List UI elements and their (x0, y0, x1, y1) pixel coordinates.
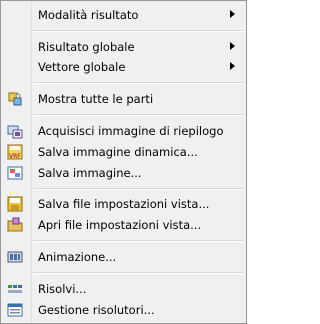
menu-item-label: Salva file impostazioni vista... (38, 197, 210, 211)
menu-item-label: Salva immagine... (38, 166, 142, 180)
capture-summary-icon (7, 123, 23, 139)
separator (33, 82, 243, 84)
menu-item-label: Apri file impostazioni vista... (38, 218, 202, 232)
save-image-icon (7, 165, 23, 181)
submenu-arrow-icon (230, 62, 235, 70)
svg-text:VRF: VRF (9, 153, 21, 160)
menu-item-label: Risolvi... (38, 282, 87, 296)
submenu-arrow-icon (230, 42, 235, 50)
menu-item-animation[interactable]: Animazione... (2, 247, 245, 267)
menu-item-save-dynamic-image[interactable]: VRF Salva immagine dinamica... (2, 142, 245, 162)
menu-item-show-all-parts[interactable]: Mostra tutte le parti (2, 89, 245, 109)
separator (33, 272, 243, 274)
menu-item-save-image[interactable]: Salva immagine... (2, 163, 245, 183)
submenu-arrow-icon (230, 10, 235, 18)
menu-item-label: Salva immagine dinamica... (38, 145, 198, 159)
menu-item-label: Risultato globale (38, 40, 135, 54)
menu-item-label: Vettore globale (38, 60, 126, 74)
menu-item-solve[interactable]: Risolvi... (2, 279, 245, 299)
menu-item-open-view-settings[interactable]: Apri file impostazioni vista... (2, 215, 245, 235)
context-menu: Modalità risultato Risultato globale Vet… (0, 0, 247, 324)
separator (33, 30, 243, 32)
menu-item-global-vector[interactable]: Vettore globale (2, 57, 245, 77)
save-view-settings-icon (7, 196, 23, 212)
save-animated-image-icon: VRF (7, 144, 23, 160)
menu-item-solver-manager[interactable]: Gestione risolutori... (2, 300, 245, 320)
separator (33, 114, 243, 116)
menu-item-save-view-settings[interactable]: Salva file impostazioni vista... (2, 194, 245, 214)
menu-item-capture-summary[interactable]: Acquisisci immagine di riepilogo (2, 121, 245, 141)
menu-item-label: Modalità risultato (38, 8, 139, 22)
menu-item-label: Animazione... (38, 250, 117, 264)
separator (33, 188, 243, 190)
solver-manager-icon (7, 302, 23, 318)
animation-icon (7, 249, 23, 265)
menu-item-global-result[interactable]: Risultato globale (2, 37, 245, 57)
menu-item-label: Acquisisci immagine di riepilogo (38, 124, 224, 138)
menu-item-label: Mostra tutte le parti (38, 92, 154, 106)
solve-icon (7, 281, 23, 297)
separator (33, 240, 243, 242)
menu-item-result-mode[interactable]: Modalità risultato (2, 5, 245, 25)
open-view-settings-icon (7, 217, 23, 233)
show-parts-icon (7, 91, 23, 107)
menu-item-label: Gestione risolutori... (38, 303, 155, 317)
